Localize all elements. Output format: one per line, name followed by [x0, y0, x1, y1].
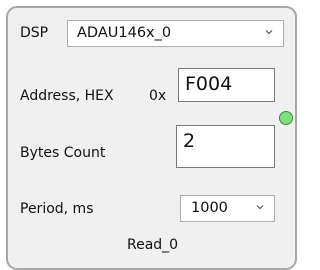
- address-hex-prefix: 0x: [149, 88, 167, 104]
- period-select-value: 1000: [191, 200, 228, 216]
- panel-title: Read_0: [127, 237, 179, 253]
- address-input[interactable]: F004: [178, 68, 275, 102]
- status-led-icon: [279, 111, 293, 125]
- period-select[interactable]: 1000: [180, 195, 275, 222]
- dsp-select[interactable]: ADAU146x_0: [67, 20, 284, 47]
- bytes-count-input[interactable]: 2: [176, 125, 275, 168]
- chevron-down-icon: [256, 205, 264, 210]
- dsp-select-value: ADAU146x_0: [77, 25, 172, 41]
- chevron-down-icon: [265, 30, 273, 35]
- period-label: Period, ms: [20, 201, 94, 217]
- address-label: Address, HEX: [20, 88, 114, 104]
- dsp-label: DSP: [20, 25, 49, 41]
- bytes-count-label: Bytes Count: [20, 145, 106, 161]
